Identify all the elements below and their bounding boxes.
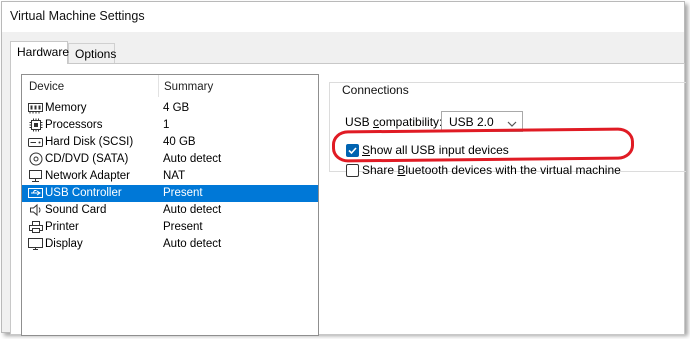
connections-group: Connections USB compatibility: USB 2.0 S… <box>329 82 686 177</box>
device-row-memory[interactable]: Memory 4 GB <box>22 100 318 117</box>
device-name: Memory <box>45 102 87 114</box>
show-all-usb-accel-key: S <box>362 143 371 157</box>
device-summary: Auto detect <box>163 153 222 165</box>
network-adapter-icon <box>28 169 43 183</box>
usb-compatibility-label-part: USB <box>345 115 374 129</box>
device-name: Display <box>45 238 83 250</box>
show-all-usb-label[interactable]: Show all USB input devices <box>362 143 509 157</box>
device-list-header: Device Summary <box>22 75 318 99</box>
device-summary: Present <box>163 221 203 233</box>
device-name: Printer <box>45 221 79 233</box>
column-header-device[interactable]: Device <box>29 81 64 93</box>
hardware-tab-panel: Device Summary Memory 4 GB Processors 1 Hard… <box>10 63 686 336</box>
device-rows: Memory 4 GB Processors 1 Hard Disk (SCSI) 40 … <box>22 100 318 253</box>
device-row-cd-dvd-sata[interactable]: CD/DVD (SATA) Auto detect <box>22 151 318 168</box>
device-list[interactable]: Device Summary Memory 4 GB Processors 1 Hard… <box>21 74 319 336</box>
device-row-usb-controller[interactable]: USB Controller Present <box>22 185 318 202</box>
device-row-processors[interactable]: Processors 1 <box>22 117 318 134</box>
sound-card-icon <box>28 203 43 217</box>
device-row-network-adapter[interactable]: Network Adapter NAT <box>22 168 318 185</box>
share-bluetooth-label-part: luetooth devices with the virtual machin… <box>405 163 621 177</box>
device-name: CD/DVD (SATA) <box>45 153 129 165</box>
share-bluetooth-label-part: Share <box>362 163 398 177</box>
processor-icon <box>28 118 43 132</box>
tab-hardware[interactable]: Hardware <box>10 41 69 64</box>
device-row-hard-disk-scsi[interactable]: Hard Disk (SCSI) 40 GB <box>22 134 318 151</box>
device-row-printer[interactable]: Printer Present <box>22 219 318 236</box>
usb-compatibility-dropdown[interactable]: USB 2.0 <box>441 111 523 132</box>
show-all-usb-checkbox[interactable] <box>346 144 359 157</box>
cd-dvd-icon <box>28 152 43 166</box>
usb-compatibility-value: USB 2.0 <box>449 115 494 129</box>
share-bluetooth-label[interactable]: Share Bluetooth devices with the virtual… <box>362 163 621 177</box>
device-name: Network Adapter <box>45 170 131 182</box>
tab-options[interactable]: Options <box>68 43 116 63</box>
device-summary: 40 GB <box>163 136 196 148</box>
device-summary: Present <box>163 187 203 199</box>
window-title: Virtual Machine Settings <box>2 2 684 32</box>
share-bluetooth-checkbox[interactable] <box>346 164 359 177</box>
column-separator[interactable] <box>158 75 159 97</box>
printer-icon <box>28 220 43 234</box>
device-summary: Auto detect <box>163 204 222 216</box>
memory-icon <box>28 101 43 115</box>
device-row-sound-card[interactable]: Sound Card Auto detect <box>22 202 318 219</box>
usb-settings-pane: Connections USB compatibility: USB 2.0 S… <box>329 74 686 336</box>
chevron-down-icon <box>507 117 517 131</box>
checkmark-icon <box>348 147 357 155</box>
device-summary: Auto detect <box>163 238 222 250</box>
device-summary: 4 GB <box>163 102 190 114</box>
device-name: Sound Card <box>45 204 107 216</box>
device-summary: NAT <box>163 170 186 182</box>
vm-settings-window: Virtual Machine Settings Hardware Option… <box>1 1 686 336</box>
column-header-summary[interactable]: Summary <box>164 81 213 93</box>
device-row-display[interactable]: Display Auto detect <box>22 236 318 253</box>
display-icon <box>28 237 43 251</box>
usb-compatibility-label-part: ompatibility: <box>379 115 443 129</box>
device-summary: 1 <box>163 119 170 131</box>
usb-compatibility-label: USB compatibility: <box>345 115 442 129</box>
device-name: USB Controller <box>45 187 122 199</box>
hard-disk-icon <box>28 135 43 149</box>
connections-group-label: Connections <box>338 83 413 97</box>
device-name: Hard Disk (SCSI) <box>45 136 134 148</box>
usb-controller-icon <box>28 186 43 200</box>
device-name: Processors <box>45 119 103 131</box>
show-all-usb-label-part: how all USB input devices <box>370 143 509 157</box>
